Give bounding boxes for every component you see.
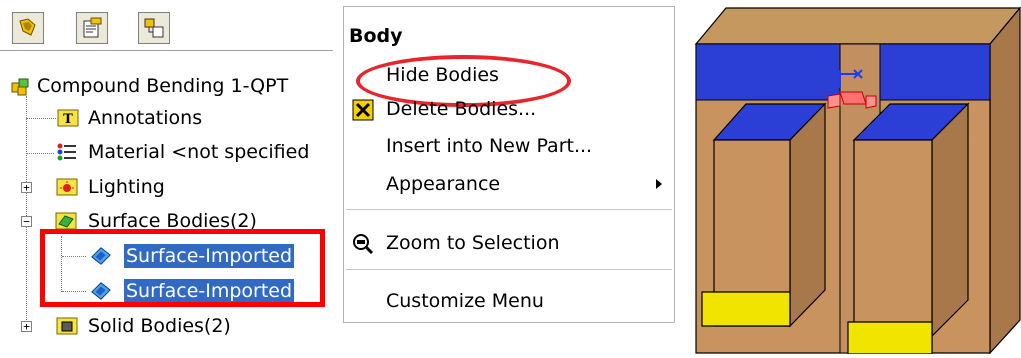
body-context-menu: Body Hide Bodies Delete Bodies... Insert… (343, 6, 675, 323)
menu-item-label: Insert into New Part... (386, 135, 593, 157)
zoom-to-selection-icon (353, 234, 374, 255)
left-pillar-side (789, 102, 826, 328)
tree-item-label: Material <not specified (88, 141, 310, 163)
feature-manager-tab-button[interactable] (12, 12, 44, 44)
tree-root-label: Compound Bending 1-QPT (37, 75, 289, 97)
menu-title: Body (349, 25, 403, 47)
left-pillar-base (701, 291, 791, 327)
tree-item-solid-bodies[interactable]: + Solid Bodies(2) (0, 310, 340, 344)
menu-item-label: Appearance (386, 173, 501, 195)
right-surface-body (879, 43, 991, 101)
feature-manager-panel: Compound Bending 1-QPT T Annotations Mat… (0, 0, 340, 354)
tree-item-annotations[interactable]: T Annotations (0, 102, 340, 136)
tree-item-label: Annotations (88, 107, 203, 129)
menu-separator (346, 269, 672, 270)
model-right-face (989, 6, 1021, 355)
lighting-icon (56, 178, 78, 196)
menu-item-label: Zoom to Selection (386, 232, 560, 254)
red-feature (839, 91, 867, 105)
configuration-manager-icon (144, 18, 164, 38)
menu-item-delete-bodies[interactable]: Delete Bodies... (344, 93, 674, 125)
menu-separator (346, 209, 672, 210)
delete-bodies-icon (352, 99, 374, 121)
material-icon (57, 143, 76, 161)
red-feature (827, 93, 841, 109)
tree-root[interactable]: Compound Bending 1-QPT (0, 70, 340, 104)
submenu-arrow-icon (656, 179, 662, 189)
tree-item-lighting[interactable]: + Lighting (0, 171, 340, 205)
annotations-icon: T (57, 109, 79, 127)
selection-highlight-box (40, 229, 325, 307)
expand-toggle[interactable]: + (21, 321, 32, 332)
part-icon (11, 78, 29, 96)
solid-bodies-folder-icon (56, 317, 78, 335)
menu-item-insert-into-new-part[interactable]: Insert into New Part... (344, 130, 674, 162)
menu-item-zoom-to-selection[interactable]: Zoom to Selection (344, 227, 674, 259)
collapse-toggle[interactable]: − (21, 216, 32, 227)
property-manager-icon (83, 17, 102, 38)
menu-item-label: Delete Bodies... (386, 98, 537, 120)
menu-item-label: Customize Menu (386, 290, 544, 312)
left-surface-body (695, 43, 841, 101)
tree-item-label: Solid Bodies(2) (88, 315, 231, 337)
right-pillar-side (931, 102, 969, 338)
red-feature (865, 95, 877, 109)
part-model (694, 6, 1021, 355)
svg-text:T: T (63, 112, 73, 127)
menu-item-appearance[interactable]: Appearance (344, 168, 674, 200)
graphics-area[interactable] (690, 0, 1021, 355)
tree-item-material[interactable]: Material <not specified (0, 136, 340, 170)
configuration-manager-tab-button[interactable] (138, 12, 170, 44)
tree-item-label: Lighting (88, 176, 165, 198)
feature-tree-icon (19, 18, 36, 36)
feature-manager-toolbar (0, 6, 333, 51)
property-manager-tab-button[interactable] (76, 12, 108, 44)
model-top-face (694, 7, 1021, 45)
menu-item-customize-menu[interactable]: Customize Menu (344, 285, 674, 317)
expand-toggle[interactable]: + (21, 182, 32, 193)
right-pillar-base (847, 321, 933, 355)
